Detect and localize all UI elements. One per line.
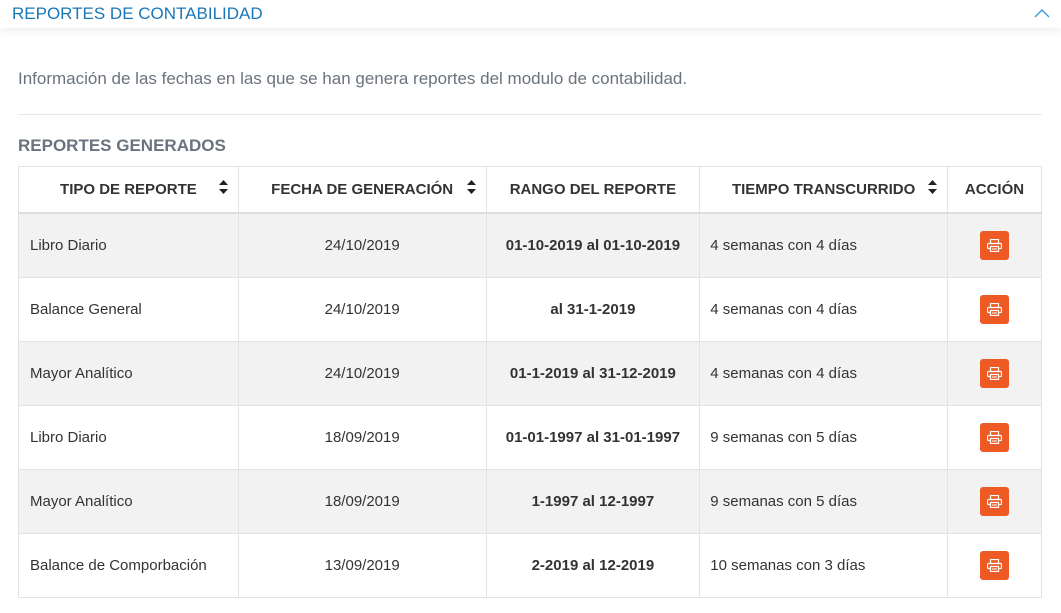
print-icon bbox=[987, 495, 1003, 508]
column-header-label: TIEMPO TRANSCURRIDO bbox=[731, 181, 916, 198]
cell-report-type: Balance General bbox=[18, 277, 239, 342]
cell-report-type: Libro Diario bbox=[18, 405, 239, 470]
cell-generation-date: 13/09/2019 bbox=[237, 533, 487, 598]
cell-elapsed-time: 4 semanas con 4 días bbox=[699, 341, 949, 406]
cell-elapsed-time: 9 semanas con 5 días bbox=[699, 405, 949, 470]
panel-header[interactable]: REPORTES DE CONTABILIDAD bbox=[0, 0, 1061, 28]
cell-action bbox=[947, 533, 1042, 598]
cell-action bbox=[947, 405, 1042, 470]
cell-generation-date: 24/10/2019 bbox=[237, 277, 487, 342]
cell-report-type: Mayor Analítico bbox=[18, 341, 239, 406]
cell-action bbox=[947, 212, 1042, 278]
cell-elapsed-time: 4 semanas con 4 días bbox=[699, 212, 949, 278]
sort-icon[interactable] bbox=[218, 180, 228, 194]
cell-action bbox=[947, 277, 1042, 342]
cell-report-range: al 31-1-2019 bbox=[485, 277, 701, 342]
column-header-label: TIPO DE REPORTE bbox=[60, 181, 197, 198]
section-title: REPORTES GENERADOS bbox=[18, 136, 226, 155]
cell-generation-date: 24/10/2019 bbox=[237, 341, 487, 406]
print-icon bbox=[987, 239, 1003, 252]
column-header-rango: RANGO DEL REPORTE bbox=[485, 166, 701, 214]
table-row: Mayor Analítico 24/10/2019 01-1-2019 al … bbox=[18, 341, 1042, 406]
print-icon bbox=[987, 303, 1003, 316]
table-row: Balance General 24/10/2019 al 31-1-2019 … bbox=[18, 277, 1042, 342]
panel-description: Información de las fechas en las que se … bbox=[18, 69, 688, 88]
print-button[interactable] bbox=[980, 295, 1010, 324]
cell-action bbox=[947, 341, 1042, 406]
table-row: Libro Diario 18/09/2019 01-01-1997 al 31… bbox=[18, 405, 1042, 470]
print-icon bbox=[987, 431, 1003, 444]
cell-report-range: 01-1-2019 al 31-12-2019 bbox=[485, 341, 701, 406]
column-header-label: RANGO DEL REPORTE bbox=[509, 181, 677, 198]
chevron-up-icon[interactable] bbox=[1033, 6, 1051, 20]
cell-report-range: 2-2019 al 12-2019 bbox=[485, 533, 701, 598]
table-row: Libro Diario 24/10/2019 01-10-2019 al 01… bbox=[18, 212, 1042, 278]
column-header-accion: ACCIÓN bbox=[947, 166, 1042, 214]
cell-generation-date: 18/09/2019 bbox=[237, 405, 487, 470]
cell-report-range: 01-10-2019 al 01-10-2019 bbox=[485, 212, 701, 278]
cell-generation-date: 18/09/2019 bbox=[237, 469, 487, 534]
column-header-label: ACCIÓN bbox=[964, 181, 1025, 198]
column-header-tipo[interactable]: TIPO DE REPORTE bbox=[18, 166, 239, 214]
print-button[interactable] bbox=[980, 423, 1010, 452]
panel-title: REPORTES DE CONTABILIDAD bbox=[12, 4, 263, 23]
cell-report-type: Balance de Comporbación bbox=[18, 533, 239, 598]
cell-elapsed-time: 4 semanas con 4 días bbox=[699, 277, 949, 342]
cell-elapsed-time: 9 semanas con 5 días bbox=[699, 469, 949, 534]
table-row: Mayor Analítico 18/09/2019 1-1997 al 12-… bbox=[18, 469, 1042, 534]
print-icon bbox=[987, 559, 1003, 572]
cell-generation-date: 24/10/2019 bbox=[237, 212, 487, 278]
reports-table: TIPO DE REPORTE FECHA DE GENERACIÓN RANG… bbox=[18, 166, 1042, 598]
cell-action bbox=[947, 469, 1042, 534]
cell-report-type: Mayor Analítico bbox=[18, 469, 239, 534]
column-header-tiempo[interactable]: TIEMPO TRANSCURRIDO bbox=[699, 166, 949, 214]
divider bbox=[18, 114, 1042, 115]
column-header-label: FECHA DE GENERACIÓN bbox=[271, 181, 454, 198]
table-header-row: TIPO DE REPORTE FECHA DE GENERACIÓN RANG… bbox=[18, 166, 1042, 214]
sort-icon[interactable] bbox=[928, 180, 938, 194]
print-icon bbox=[987, 367, 1003, 380]
sort-icon[interactable] bbox=[466, 180, 476, 194]
cell-report-range: 1-1997 al 12-1997 bbox=[485, 469, 701, 534]
print-button[interactable] bbox=[980, 231, 1010, 260]
cell-report-type: Libro Diario bbox=[18, 212, 239, 278]
print-button[interactable] bbox=[980, 359, 1010, 388]
column-header-fecha[interactable]: FECHA DE GENERACIÓN bbox=[237, 166, 487, 214]
table-row: Balance de Comporbación 13/09/2019 2-201… bbox=[18, 533, 1042, 598]
cell-elapsed-time: 10 semanas con 3 días bbox=[699, 533, 949, 598]
print-button[interactable] bbox=[980, 551, 1010, 580]
cell-report-range: 01-01-1997 al 31-01-1997 bbox=[485, 405, 701, 470]
print-button[interactable] bbox=[980, 487, 1010, 516]
